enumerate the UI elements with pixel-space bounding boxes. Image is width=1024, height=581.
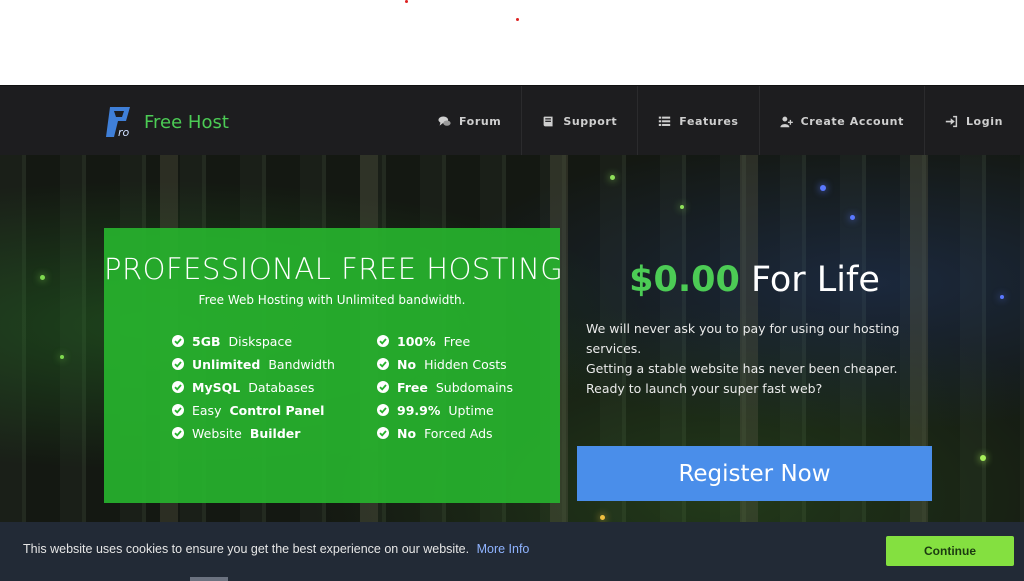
nav-support[interactable]: Support (521, 86, 637, 156)
feature-highlight: Unlimited (192, 356, 261, 372)
artifact-dot (516, 18, 519, 21)
feature-text: Databases (248, 379, 315, 395)
feature-item: Free Subdomains (377, 379, 552, 395)
feature-highlight: Control Panel (229, 402, 325, 418)
bg-light (850, 215, 855, 220)
bg-light (610, 175, 615, 180)
feature-highlight: 99.9% (397, 402, 441, 418)
description-line: Ready to launch your super fast web? (586, 381, 823, 396)
feature-item: MySQL Databases (172, 379, 377, 395)
nav-support-label: Support (563, 114, 618, 128)
feature-item: Website Builder (172, 425, 377, 441)
feature-highlight: Free (397, 379, 428, 395)
nav-features-label: Features (679, 114, 739, 128)
cookie-message: This website uses cookies to ensure you … (23, 542, 470, 556)
check-circle-icon (172, 381, 184, 393)
feature-list: 5GB Diskspace 100% Free Unlimited Bandwidt… (172, 333, 552, 441)
check-circle-icon (377, 404, 389, 416)
navbar: ro Free Host Forum Support Features Crea… (0, 85, 1024, 156)
brand-logo[interactable]: ro Free Host (104, 105, 229, 139)
user-plus-icon (779, 116, 793, 127)
feature-highlight: MySQL (192, 379, 241, 395)
check-circle-icon (172, 404, 184, 416)
feature-item: 5GB Diskspace (172, 333, 377, 349)
price-description: We will never ask you to pay for using o… (586, 319, 946, 399)
check-circle-icon (172, 427, 184, 439)
more-info-link[interactable]: More Info (477, 542, 530, 556)
nav-login[interactable]: Login (923, 86, 1023, 156)
hero-title: PROFESSIONAL FREE HOSTING (104, 252, 564, 286)
feature-text: Uptime (448, 402, 494, 418)
bg-light (820, 185, 826, 191)
description-line: We will never ask you to pay for using o… (586, 321, 900, 356)
feature-item: 100% Free (377, 333, 552, 349)
check-circle-icon (172, 335, 184, 347)
price-amount: $0.00 (629, 260, 740, 300)
feature-highlight: No (397, 356, 417, 372)
check-circle-icon (377, 427, 389, 439)
feature-text: Subdomains (435, 379, 513, 395)
feature-item: No Hidden Costs (377, 356, 552, 372)
svg-text:ro: ro (118, 126, 130, 139)
bg-light (600, 515, 605, 520)
feature-text: Website (192, 425, 242, 441)
feature-text: Diskspace (228, 333, 293, 349)
check-circle-icon (377, 381, 389, 393)
feature-text: Hidden Costs (424, 356, 507, 372)
feature-item: Unlimited Bandwidth (172, 356, 377, 372)
feature-text: Forced Ads (424, 425, 493, 441)
nav-create-account-label: Create Account (800, 114, 904, 128)
book-icon (543, 116, 553, 126)
bg-light (980, 455, 986, 461)
bg-light (1000, 295, 1004, 299)
feature-item: 99.9% Uptime (377, 402, 552, 418)
bg-light (60, 355, 64, 359)
list-icon (659, 116, 671, 126)
nav-login-label: Login (965, 114, 1003, 128)
check-circle-icon (377, 358, 389, 370)
nav-forum[interactable]: Forum (418, 86, 521, 156)
price-heading: $0.00 For Life (577, 260, 932, 300)
sign-in-icon (945, 115, 958, 127)
feature-text: Bandwidth (268, 356, 335, 372)
feature-item: No Forced Ads (377, 425, 552, 441)
description-line: Getting a stable website has never been … (586, 361, 898, 376)
nav-forum-label: Forum (459, 114, 502, 128)
bg-light (680, 205, 684, 209)
check-circle-icon (377, 335, 389, 347)
main-nav: Forum Support Features Create Account Lo… (418, 86, 1023, 156)
feature-text: Easy (192, 402, 222, 418)
nav-features[interactable]: Features (637, 86, 758, 156)
top-blank-area (0, 0, 1024, 85)
feature-highlight: No (397, 425, 417, 441)
features-panel: PROFESSIONAL FREE HOSTING Free Web Hosti… (104, 228, 564, 503)
feature-highlight: Builder (249, 425, 301, 441)
continue-button[interactable]: Continue (886, 536, 1014, 566)
hero-section: PROFESSIONAL FREE HOSTING Free Web Hosti… (0, 155, 1024, 581)
cookie-message-wrap: This website uses cookies to ensure you … (23, 542, 529, 556)
brand-name: Free Host (144, 111, 229, 133)
feature-item: Easy Control Panel (172, 402, 377, 418)
cookie-banner: This website uses cookies to ensure you … (0, 522, 1024, 581)
feature-highlight: 100% (397, 333, 436, 349)
check-circle-icon (172, 358, 184, 370)
nav-create-account[interactable]: Create Account (758, 86, 924, 156)
brand-logo-icon: ro (106, 107, 130, 139)
feature-highlight: 5GB (192, 333, 221, 349)
feature-text: Free (443, 333, 471, 349)
price-suffix: For Life (739, 260, 880, 300)
bg-light (40, 275, 45, 280)
comments-icon (438, 115, 451, 126)
hero-subtitle: Free Web Hosting with Unlimited bandwidt… (198, 293, 466, 307)
register-now-button[interactable]: Register Now (577, 446, 932, 501)
scrollbar-thumb[interactable] (190, 577, 228, 581)
artifact-dot (405, 0, 408, 3)
